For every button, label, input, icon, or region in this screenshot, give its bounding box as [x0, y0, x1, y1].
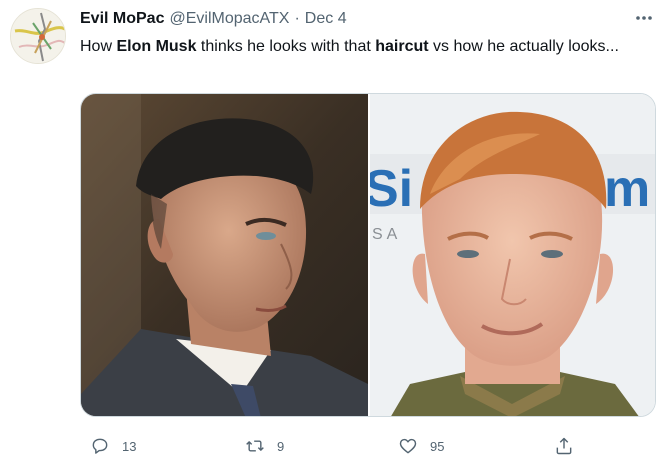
more-icon [636, 16, 652, 20]
separator-dot: · [294, 10, 300, 27]
share-icon [556, 437, 572, 455]
tweet-text-part: How [80, 38, 117, 55]
author-name[interactable]: Evil MoPac [80, 10, 164, 28]
media-image-left[interactable] [81, 94, 368, 416]
tweet-header: Evil MoPac @EvilMopacATX · Dec 4 [80, 8, 347, 30]
tweet-actions: 13 9 95 [80, 434, 580, 458]
tweet-media[interactable]: Si m SA [80, 93, 656, 417]
author-avatar[interactable] [10, 8, 66, 64]
retweet-count: 9 [277, 438, 285, 454]
tweet: Evil MoPac @EvilMopacATX · Dec 4 How Elo… [0, 0, 671, 472]
man-portrait-dark-hair-image [81, 94, 368, 416]
like-button[interactable]: 95 [398, 434, 444, 458]
share-button[interactable] [554, 434, 586, 458]
retweet-icon [246, 440, 264, 452]
tweet-text-bold: Elon Musk [116, 38, 197, 55]
reply-icon [92, 438, 108, 454]
tweet-text-part: vs how he actually looks... [428, 38, 619, 55]
like-count: 95 [430, 438, 445, 454]
tweet-text: How Elon Musk thinks he looks with that … [80, 35, 640, 58]
author-handle[interactable]: @EvilMopacATX [169, 10, 289, 28]
avatar-map-icon [11, 9, 65, 63]
retweet-button[interactable]: 9 [245, 434, 284, 458]
reply-button[interactable]: 13 [90, 434, 136, 458]
reply-count: 13 [122, 438, 137, 454]
man-portrait-ginger-hair-image: Si m SA [370, 94, 655, 416]
tweet-text-bold: haircut [375, 38, 429, 55]
tweet-text-part: thinks he looks with that [196, 38, 376, 55]
more-button[interactable] [628, 6, 660, 30]
heart-icon [399, 438, 417, 454]
banner-text-right: m [604, 160, 650, 218]
banner-text-left: Si [370, 160, 413, 218]
banner-subtext: SA [372, 226, 401, 243]
media-image-right[interactable]: Si m SA [370, 94, 655, 416]
tweet-date[interactable]: Dec 4 [305, 10, 347, 28]
